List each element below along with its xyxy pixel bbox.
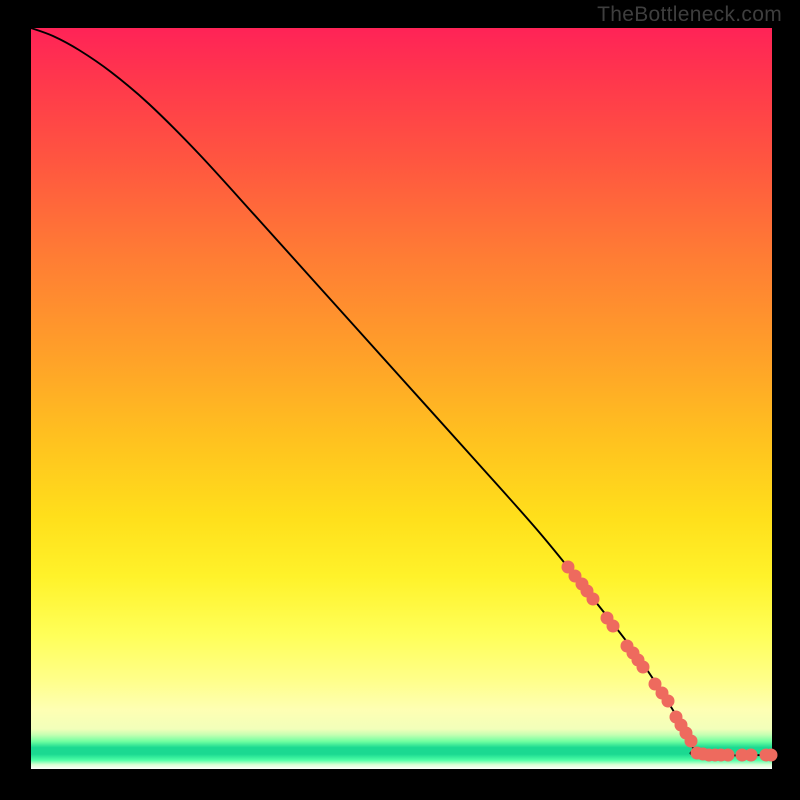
marker-group <box>562 561 778 762</box>
data-marker <box>722 749 735 762</box>
data-marker <box>637 661 650 674</box>
plot-svg <box>31 28 772 769</box>
watermark-text: TheBottleneck.com <box>597 3 782 27</box>
chart-frame: TheBottleneck.com <box>0 0 800 800</box>
data-marker <box>685 735 698 748</box>
data-marker <box>607 620 620 633</box>
data-marker <box>662 695 675 708</box>
plot-area <box>31 28 772 769</box>
data-marker <box>765 749 778 762</box>
data-marker <box>745 749 758 762</box>
contour-line <box>31 28 772 756</box>
data-marker <box>587 593 600 606</box>
